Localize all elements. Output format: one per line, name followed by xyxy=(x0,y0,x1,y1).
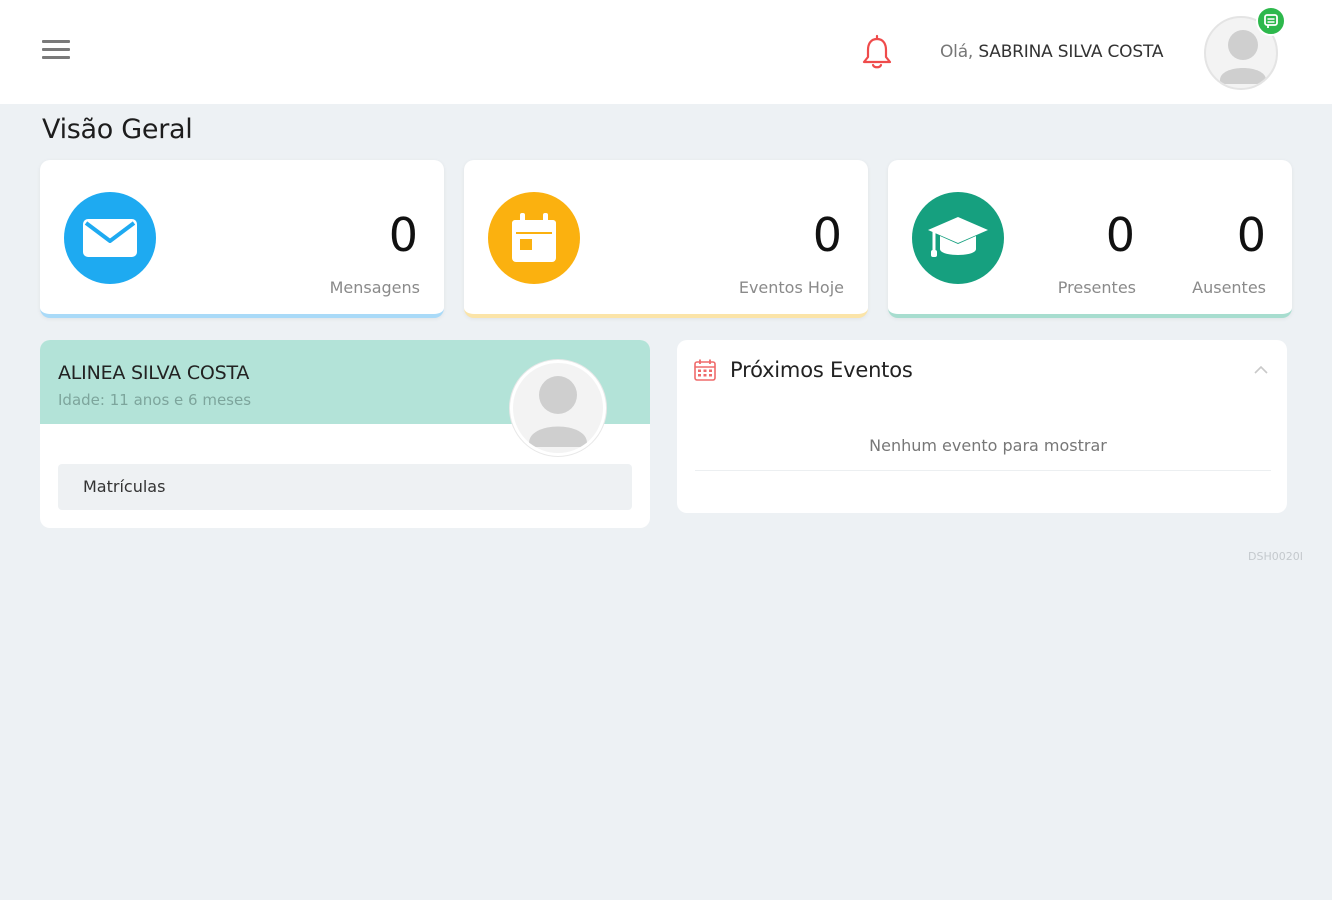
envelope-icon xyxy=(64,192,156,284)
greeting-prefix: Olá, xyxy=(940,42,974,62)
events-empty-message: Nenhum evento para mostrar xyxy=(869,436,1107,455)
avatar-placeholder-icon xyxy=(529,376,587,447)
student-name: ALINEA SILVA COSTA xyxy=(58,362,250,384)
user-name: SABRINA SILVA COSTA xyxy=(978,42,1164,62)
bell-icon[interactable] xyxy=(858,34,896,72)
page-title: Visão Geral xyxy=(42,114,193,145)
chat-icon[interactable] xyxy=(1256,6,1286,36)
present-count: 0 xyxy=(1105,208,1135,262)
screen-code: DSH0020I xyxy=(1248,550,1303,563)
student-avatar[interactable] xyxy=(510,360,606,456)
events-today-label: Eventos Hoje xyxy=(738,278,844,297)
enrollments-button[interactable]: Matrículas xyxy=(58,464,632,510)
absent-label: Ausentes xyxy=(1192,278,1266,297)
student-card: ALINEA SILVA COSTA Idade: 11 anos e 6 me… xyxy=(40,340,650,528)
divider xyxy=(695,470,1271,471)
messages-label: Mensagens xyxy=(329,278,420,297)
chevron-up-icon[interactable] xyxy=(1249,360,1273,380)
upcoming-events-card: Próximos Eventos Nenhum evento para most… xyxy=(677,340,1287,513)
graduation-cap-icon xyxy=(912,192,1004,284)
hamburger-icon[interactable] xyxy=(42,40,72,64)
user-greeting: Olá, SABRINA SILVA COSTA xyxy=(940,42,1163,62)
messages-card[interactable]: 0 Mensagens xyxy=(40,160,444,318)
top-bar: Olá, SABRINA SILVA COSTA xyxy=(0,0,1332,104)
student-age: Idade: 11 anos e 6 meses xyxy=(58,391,252,409)
absent-count: 0 xyxy=(1236,208,1266,262)
attendance-card[interactable]: 0 Presentes 0 Ausentes xyxy=(888,160,1292,318)
upcoming-events-title: Próximos Eventos xyxy=(730,358,913,382)
calendar-icon xyxy=(693,358,717,382)
events-today-card[interactable]: 0 Eventos Hoje xyxy=(464,160,868,318)
calendar-icon xyxy=(488,192,580,284)
messages-count: 0 xyxy=(388,208,418,262)
present-label: Presentes xyxy=(1057,278,1136,297)
events-today-count: 0 xyxy=(812,208,842,262)
